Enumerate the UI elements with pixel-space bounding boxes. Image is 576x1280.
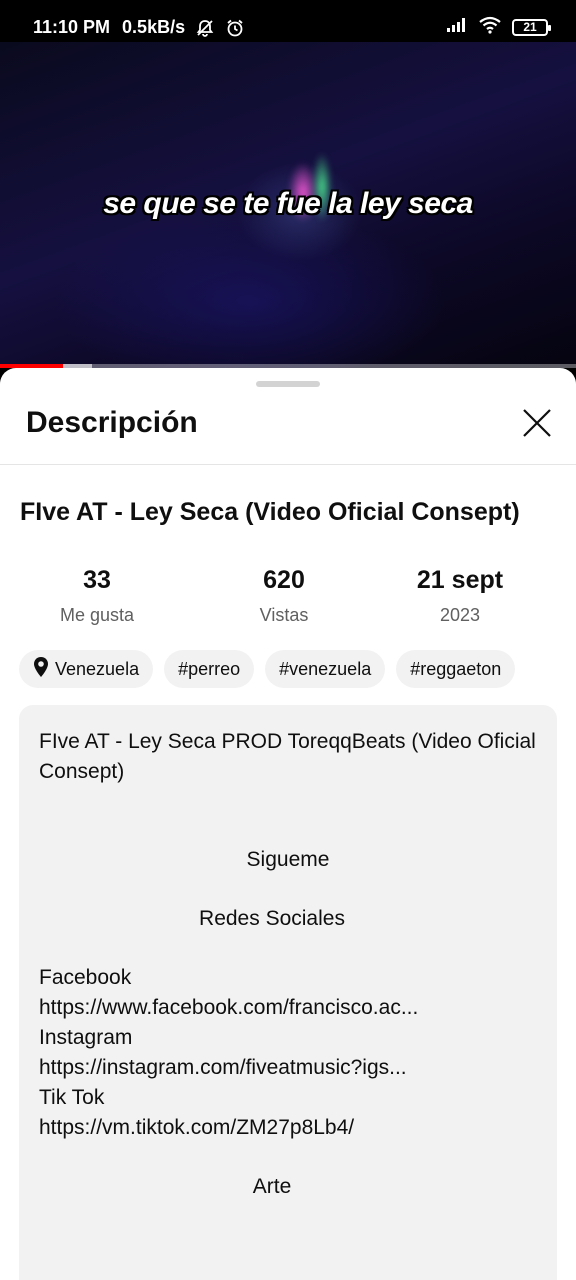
description-box: FIve AT - Ley Seca PROD ToreqqBeats (Vid… [19, 705, 557, 1280]
wifi-icon [478, 16, 502, 39]
hashtag-chip[interactable]: #venezuela [265, 650, 386, 688]
alarm-icon [225, 18, 245, 38]
signal-icon [446, 17, 468, 38]
likes-stat: 33 Me gusta [7, 566, 187, 626]
video-title: FIve AT - Ley Seca (Video Oficial Consep… [20, 498, 520, 526]
instagram-link[interactable]: https://instagram.com/fiveatmusic?igs... [39, 1053, 537, 1083]
status-time: 11:10 PM [33, 17, 111, 37]
drag-handle[interactable] [256, 381, 320, 387]
publish-year: 2023 [439, 605, 481, 625]
battery-icon: 21 [512, 19, 551, 36]
tiktok-link[interactable]: https://vm.tiktok.com/ZM27p8Lb4/ [39, 1113, 537, 1143]
facebook-link[interactable]: https://www.facebook.com/francisco.ac... [39, 993, 537, 1023]
status-right: 21 [446, 16, 551, 39]
date-stat: 21 sept 2023 [370, 566, 550, 626]
description-text: Tik Tok [39, 1086, 105, 1109]
status-left: 11:10 PM 0.5kB/s [33, 17, 245, 38]
hashtag-chip[interactable]: #perreo [164, 650, 255, 688]
network-speed: 0.5kB/s [122, 17, 186, 37]
views-stat: 620 Vistas [194, 566, 374, 626]
close-button[interactable] [518, 406, 556, 444]
bell-off-icon [195, 18, 215, 38]
divider [0, 464, 576, 465]
video-player[interactable]: se que se te fue la ley seca [0, 42, 576, 368]
tag-chips: Venezuela #perreo #venezuela #reggaeton [19, 650, 516, 688]
description-text: Instagram [39, 1026, 133, 1049]
video-subtitle: se que se te fue la ley seca [103, 187, 473, 220]
hashtag-chip[interactable]: #reggaeton [396, 650, 516, 688]
sheet-title: Descripción [26, 406, 198, 439]
views-label: Vistas [259, 605, 309, 625]
location-chip[interactable]: Venezuela [19, 650, 154, 688]
views-count: 620 [263, 566, 305, 594]
location-pin-icon [33, 656, 49, 683]
description-text: FIve AT - Ley Seca PROD ToreqqBeats (Vid… [39, 730, 536, 783]
description-text: Arte [252, 1175, 292, 1198]
likes-count: 33 [83, 566, 111, 594]
location-label: Venezuela [55, 658, 140, 679]
close-icon [521, 407, 553, 444]
publish-date: 21 sept [416, 566, 504, 594]
likes-label: Me gusta [59, 605, 135, 625]
description-sheet: Descripción FIve AT - Ley Seca (Video Of… [0, 368, 576, 1280]
description-text: Facebook [39, 966, 132, 989]
description-text: Sigueme [246, 848, 330, 871]
description-text: Redes Sociales [199, 907, 345, 930]
